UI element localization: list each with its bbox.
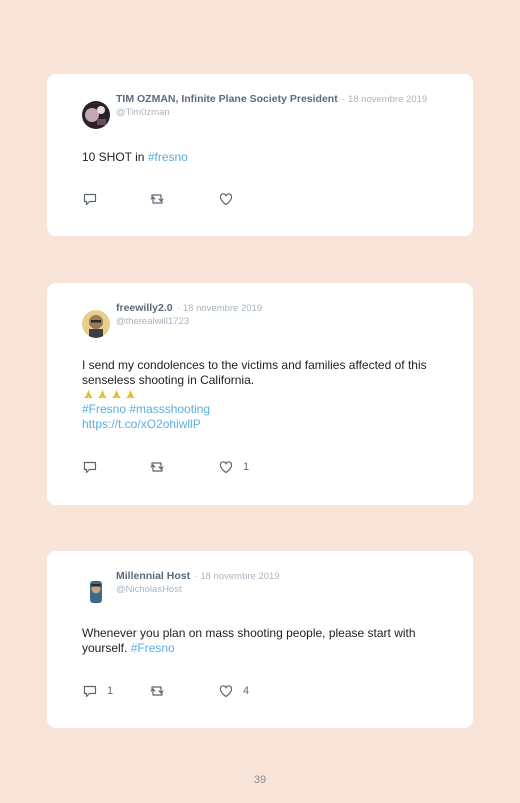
pray-emoji-row xyxy=(82,389,447,401)
tweet-date: · 18 novembre 2019 xyxy=(342,94,428,105)
tweet-link[interactable]: https://t.co/xO2ohiwllP xyxy=(82,417,447,432)
retweet-icon xyxy=(150,686,164,696)
author-name[interactable]: Millennial Host xyxy=(116,570,190,582)
tweet-card: Millennial Host · 18 novembre 2019 @Nich… xyxy=(47,551,473,728)
like-button[interactable]: 1 xyxy=(218,459,249,475)
like-button[interactable]: 4 xyxy=(218,683,249,699)
pray-emoji-icon xyxy=(126,390,135,398)
tweet-actions xyxy=(82,191,453,207)
pray-emoji-icon xyxy=(98,390,107,398)
like-count: 1 xyxy=(243,461,250,473)
author-handle[interactable]: @Tim0zman xyxy=(116,106,453,119)
reply-icon xyxy=(83,461,97,474)
retweet-icon xyxy=(150,194,164,204)
reply-button[interactable] xyxy=(82,459,107,475)
hashtag[interactable]: #fresno xyxy=(148,150,188,164)
author-handle[interactable]: @NicholasHost xyxy=(116,583,453,596)
avatar[interactable] xyxy=(82,101,110,129)
retweet-button[interactable] xyxy=(149,683,174,699)
tweet-text: 10 SHOT in #fresno xyxy=(82,150,447,165)
reply-button[interactable] xyxy=(82,191,107,207)
tweet-text: I send my condolences to the victims and… xyxy=(82,358,447,432)
like-count: 4 xyxy=(243,685,250,697)
pray-emoji-icon xyxy=(112,390,121,398)
reply-button[interactable]: 1 xyxy=(82,683,113,699)
avatar[interactable] xyxy=(82,578,110,606)
tweet-actions: 1 xyxy=(82,459,453,475)
heart-icon xyxy=(219,193,233,206)
page-number: 39 xyxy=(253,774,267,786)
reply-count: 1 xyxy=(107,685,114,697)
hashtag[interactable]: #Fresno xyxy=(131,641,175,655)
tweet-text-content: 10 SHOT in xyxy=(82,150,148,164)
reply-icon xyxy=(83,193,97,206)
tweet-actions: 1 4 xyxy=(82,683,453,699)
author-name[interactable]: TIM OZMAN, Infinite Plane Society Presid… xyxy=(116,93,338,105)
author-handle[interactable]: @therealwill1723 xyxy=(116,315,453,328)
avatar[interactable] xyxy=(82,310,110,338)
retweet-button[interactable] xyxy=(149,459,174,475)
heart-icon xyxy=(219,685,233,698)
author-name[interactable]: freewilly2.0 xyxy=(116,302,173,314)
reply-icon xyxy=(83,685,97,698)
retweet-icon xyxy=(150,462,164,472)
tweet-date: · 18 novembre 2019 xyxy=(194,571,280,582)
tweet-date: · 18 novembre 2019 xyxy=(177,303,263,314)
pray-emoji-icon xyxy=(84,390,93,398)
tweet-card: TIM OZMAN, Infinite Plane Society Presid… xyxy=(47,74,473,236)
tweet-text-content: I send my condolences to the victims and… xyxy=(82,358,427,387)
like-button[interactable] xyxy=(218,191,243,207)
heart-icon xyxy=(219,461,233,474)
tweet-text: Whenever you plan on mass shooting peopl… xyxy=(82,626,447,656)
tweet-card: freewilly2.0 · 18 novembre 2019 @thereal… xyxy=(47,283,473,505)
hashtags[interactable]: #Fresno #massshooting xyxy=(82,402,210,416)
retweet-button[interactable] xyxy=(149,191,174,207)
